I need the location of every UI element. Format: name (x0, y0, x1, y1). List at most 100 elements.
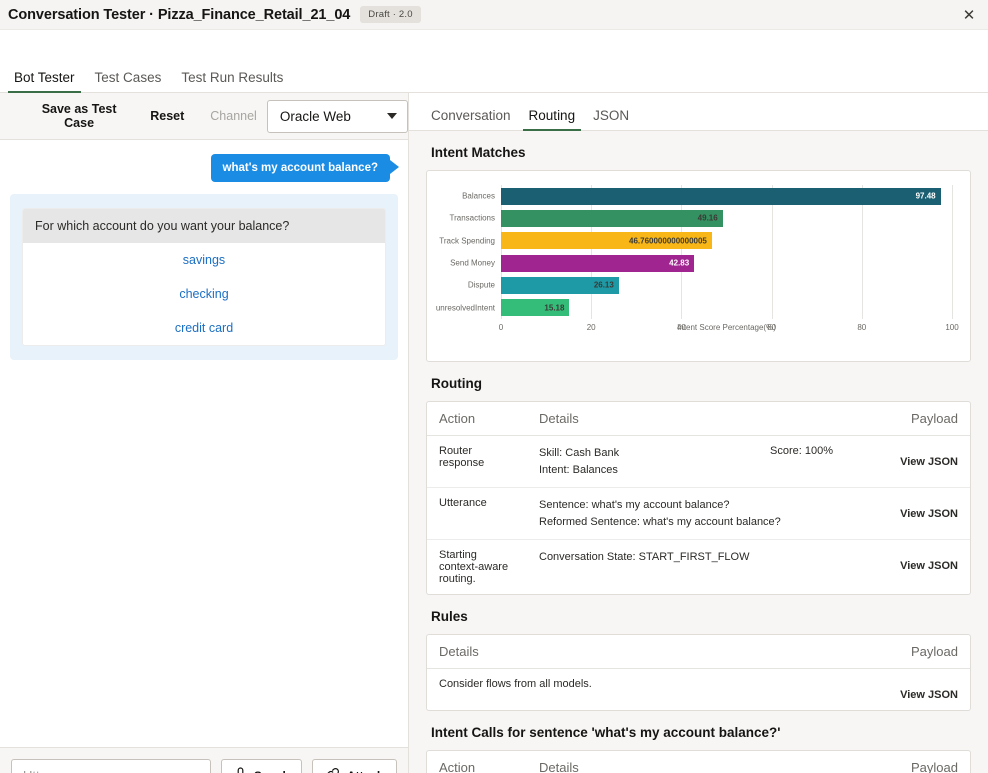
routing-score: Score: 100% (770, 445, 866, 478)
chart-bar-row: Send Money42.83 (501, 252, 952, 274)
routing-action: Utterance (427, 488, 527, 540)
reset-button[interactable]: Reset (140, 103, 194, 129)
chart-x-tick-label: 100 (945, 323, 958, 332)
chart-y-tick-label: Send Money (450, 259, 495, 268)
chart-bar[interactable]: 46.760000000000005 (501, 232, 712, 249)
chart-bar[interactable]: 42.83 (501, 255, 694, 272)
utterance-input[interactable] (11, 759, 211, 773)
status-badge: Draft · 2.0 (360, 6, 420, 23)
chart-gridline (952, 185, 953, 319)
attach-label: Attach (347, 769, 384, 773)
bot-option-savings[interactable]: savings (23, 243, 385, 277)
chevron-down-icon (387, 113, 397, 119)
chart-x-tick-label: 20 (587, 323, 596, 332)
rules-details: Consider flows from all models. (427, 669, 878, 711)
chart-y-tick-label: Transactions (450, 214, 496, 223)
page-title: Conversation Tester · Pizza_Finance_Reta… (8, 7, 350, 23)
chart-bar[interactable]: 97.48 (501, 188, 941, 205)
chart-x-tick-label: 0 (499, 323, 503, 332)
routing-details: Skill: Cash Bank Intent: Balances Score:… (527, 436, 878, 488)
chart-plot-area: 020406080100Balances97.48Transactions49.… (501, 185, 952, 319)
routing-details: Sentence: what's my account balance? Ref… (527, 488, 878, 540)
mic-icon (234, 767, 247, 773)
user-message-bubble: what's my account balance? (211, 154, 390, 182)
channel-label: Channel (210, 109, 257, 123)
routing-col-action: Action (427, 402, 527, 436)
inspector-panel: Conversation Routing JSON Intent Matches… (409, 93, 988, 773)
link-icon (325, 767, 340, 773)
tab-json[interactable]: JSON (584, 109, 638, 131)
close-icon[interactable]: ✕ (958, 4, 980, 26)
chart-y-tick-label: unresolvedIntent (436, 303, 495, 312)
save-as-test-case-button[interactable]: Save as Test Case (18, 96, 140, 136)
detail-line: Sentence: what's my account balance? (539, 497, 866, 514)
inspector-tab-bar: Conversation Routing JSON (409, 93, 988, 131)
chart-x-tick-label: 80 (857, 323, 866, 332)
chart-y-tick-label: Dispute (468, 281, 495, 290)
window-title-bar: Conversation Tester · Pizza_Finance_Reta… (0, 0, 988, 30)
rules-heading: Rules (431, 609, 971, 624)
chart-bar-value-label: 15.18 (544, 303, 564, 312)
chart-bar-row: Dispute26.13 (501, 274, 952, 296)
main-tab-bar: Bot Tester Test Cases Test Run Results (0, 60, 988, 93)
chart-bar-value-label: 49.16 (698, 214, 718, 223)
tab-test-cases[interactable]: Test Cases (85, 71, 172, 93)
intent-calls-heading: Intent Calls for sentence 'what's my acc… (431, 725, 971, 740)
tab-test-run-results[interactable]: Test Run Results (171, 71, 293, 93)
routing-col-payload: Payload (878, 402, 970, 436)
bot-option-credit-card[interactable]: credit card (23, 311, 385, 345)
chart-bar[interactable]: 26.13 (501, 277, 619, 294)
routing-content: Intent Matches 020406080100Balances97.48… (409, 131, 988, 773)
rules-col-payload: Payload (878, 635, 970, 669)
speak-button[interactable]: Speak (221, 759, 302, 773)
view-json-link[interactable]: View JSON (900, 445, 958, 468)
routing-col-details: Details (527, 402, 878, 436)
bot-message-group: For which account do you want your balan… (10, 194, 398, 360)
bot-tester-panel: Save as Test Case Reset Channel Oracle W… (0, 93, 409, 773)
view-json-link[interactable]: View JSON (900, 678, 958, 701)
intent-matches-heading: Intent Matches (431, 145, 971, 160)
detail-line: Reformed Sentence: what's my account bal… (539, 514, 866, 531)
conversation-transcript: what's my account balance? For which acc… (0, 140, 408, 747)
routing-table: Action Details Payload Router response S… (426, 401, 971, 595)
bot-prompt-text: For which account do you want your balan… (23, 209, 385, 243)
tab-routing[interactable]: Routing (520, 109, 585, 131)
table-row: Consider flows from all models. View JSO… (427, 669, 970, 711)
table-row: Utterance Sentence: what's my account ba… (427, 488, 970, 540)
rules-col-details: Details (427, 635, 878, 669)
chart-bar-value-label: 46.760000000000005 (629, 236, 707, 245)
routing-heading: Routing (431, 376, 971, 391)
chart-bar[interactable]: 15.18 (501, 299, 569, 316)
chart-bar-row: unresolvedIntent15.18 (501, 297, 952, 319)
detail-line: Intent: Balances (539, 462, 770, 479)
attach-button[interactable]: Attach (312, 759, 397, 773)
chart-bar-value-label: 42.83 (669, 259, 689, 268)
view-json-link[interactable]: View JSON (900, 549, 958, 572)
chart-y-tick-label: Balances (462, 192, 495, 201)
intent-calls-col-details: Details (527, 751, 878, 773)
main-body: Save as Test Case Reset Channel Oracle W… (0, 93, 988, 773)
bot-message-card: For which account do you want your balan… (22, 208, 386, 346)
intent-calls-col-action: Action (427, 751, 527, 773)
detail-line: Skill: Cash Bank (539, 445, 770, 462)
bot-tester-toolbar: Save as Test Case Reset Channel Oracle W… (0, 93, 408, 140)
chart-bar[interactable]: 49.16 (501, 210, 723, 227)
channel-select[interactable]: Oracle Web (267, 100, 408, 133)
chart-bar-value-label: 97.48 (916, 192, 936, 201)
tab-bot-tester[interactable]: Bot Tester (4, 71, 85, 93)
routing-action: Router response (427, 436, 527, 488)
tab-conversation[interactable]: Conversation (422, 109, 520, 131)
chart-bar-row: Balances97.48 (501, 185, 952, 207)
user-message-row: what's my account balance? (10, 154, 398, 182)
chart-bar-value-label: 26.13 (594, 281, 614, 290)
routing-details: Conversation State: START_FIRST_FLOW (527, 540, 878, 595)
routing-action: Starting context-aware routing. (427, 540, 527, 595)
chart-x-axis-title: Intent Score Percentage(%) (677, 323, 776, 332)
speak-label: Speak (254, 769, 289, 773)
channel-select-value: Oracle Web (280, 109, 351, 124)
intent-matches-chart: 020406080100Balances97.48Transactions49.… (426, 170, 971, 362)
intent-calls-col-payload: Payload (878, 751, 970, 773)
view-json-link[interactable]: View JSON (900, 497, 958, 520)
bot-option-checking[interactable]: checking (23, 277, 385, 311)
detail-line: Conversation State: START_FIRST_FLOW (539, 549, 866, 566)
